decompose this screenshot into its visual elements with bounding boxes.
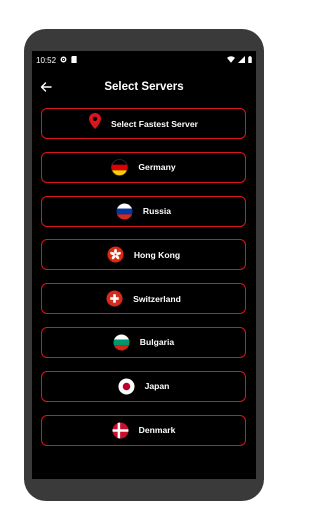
server-button-russia[interactable]: Russia [41,195,246,227]
button-content: Switzerland [106,290,181,307]
button-content: Germany [111,158,176,176]
button-label: Germany [138,162,176,173]
status-bar: 10:52 [32,51,256,69]
bulgaria-flag-icon [113,334,130,351]
button-content: Bulgaria [113,334,174,351]
germany-flag-icon [111,158,129,176]
back-arrow-icon[interactable] [38,79,54,95]
toolbar: Select Servers [32,75,256,99]
server-button-denmark[interactable]: Denmark [41,414,246,446]
switzerland-flag-icon [106,290,123,307]
wifi-icon [227,55,235,65]
button-content: Denmark [112,422,176,439]
button-label: Denmark [138,425,176,436]
button-label: Russia [142,206,172,217]
button-content: Hong Kong [107,246,180,263]
sd-card-status-icon [71,55,77,65]
select-fastest-server-button[interactable]: Select Fastest Server [41,108,246,139]
japan-flag-icon [118,378,135,395]
button-content: Select Fastest Server [89,113,198,134]
battery-icon [248,55,252,65]
server-button-bulgaria[interactable]: Bulgaria [41,326,246,358]
button-label: Select Fastest Server [111,118,198,129]
server-button-switzerland[interactable]: Switzerland [41,283,246,315]
button-content: Japan [118,378,170,395]
page-title: Select Servers [104,81,184,93]
server-list: Select Fastest Server Germany Russia Hon… [41,108,246,458]
button-content: Russia [116,203,171,220]
location-pin-icon [89,113,102,134]
button-label: Japan [144,381,170,392]
app-screen: 10:52 Select Servers Select Fastest Serv… [32,51,256,455]
button-label: Bulgaria [139,337,175,348]
server-button-japan[interactable]: Japan [41,370,246,402]
status-time: 10:52 [36,55,57,65]
server-button-germany[interactable]: Germany [41,151,246,183]
signal-icon [238,55,245,65]
button-label: Hong Kong [133,249,181,260]
button-label: Switzerland [133,293,181,304]
server-button-hong-kong[interactable]: Hong Kong [41,239,246,271]
status-right-icons [227,55,252,65]
settings-status-icon [60,56,67,65]
denmark-flag-icon [112,422,129,439]
russia-flag-icon [116,203,133,220]
hong-kong-flag-icon [107,246,124,263]
